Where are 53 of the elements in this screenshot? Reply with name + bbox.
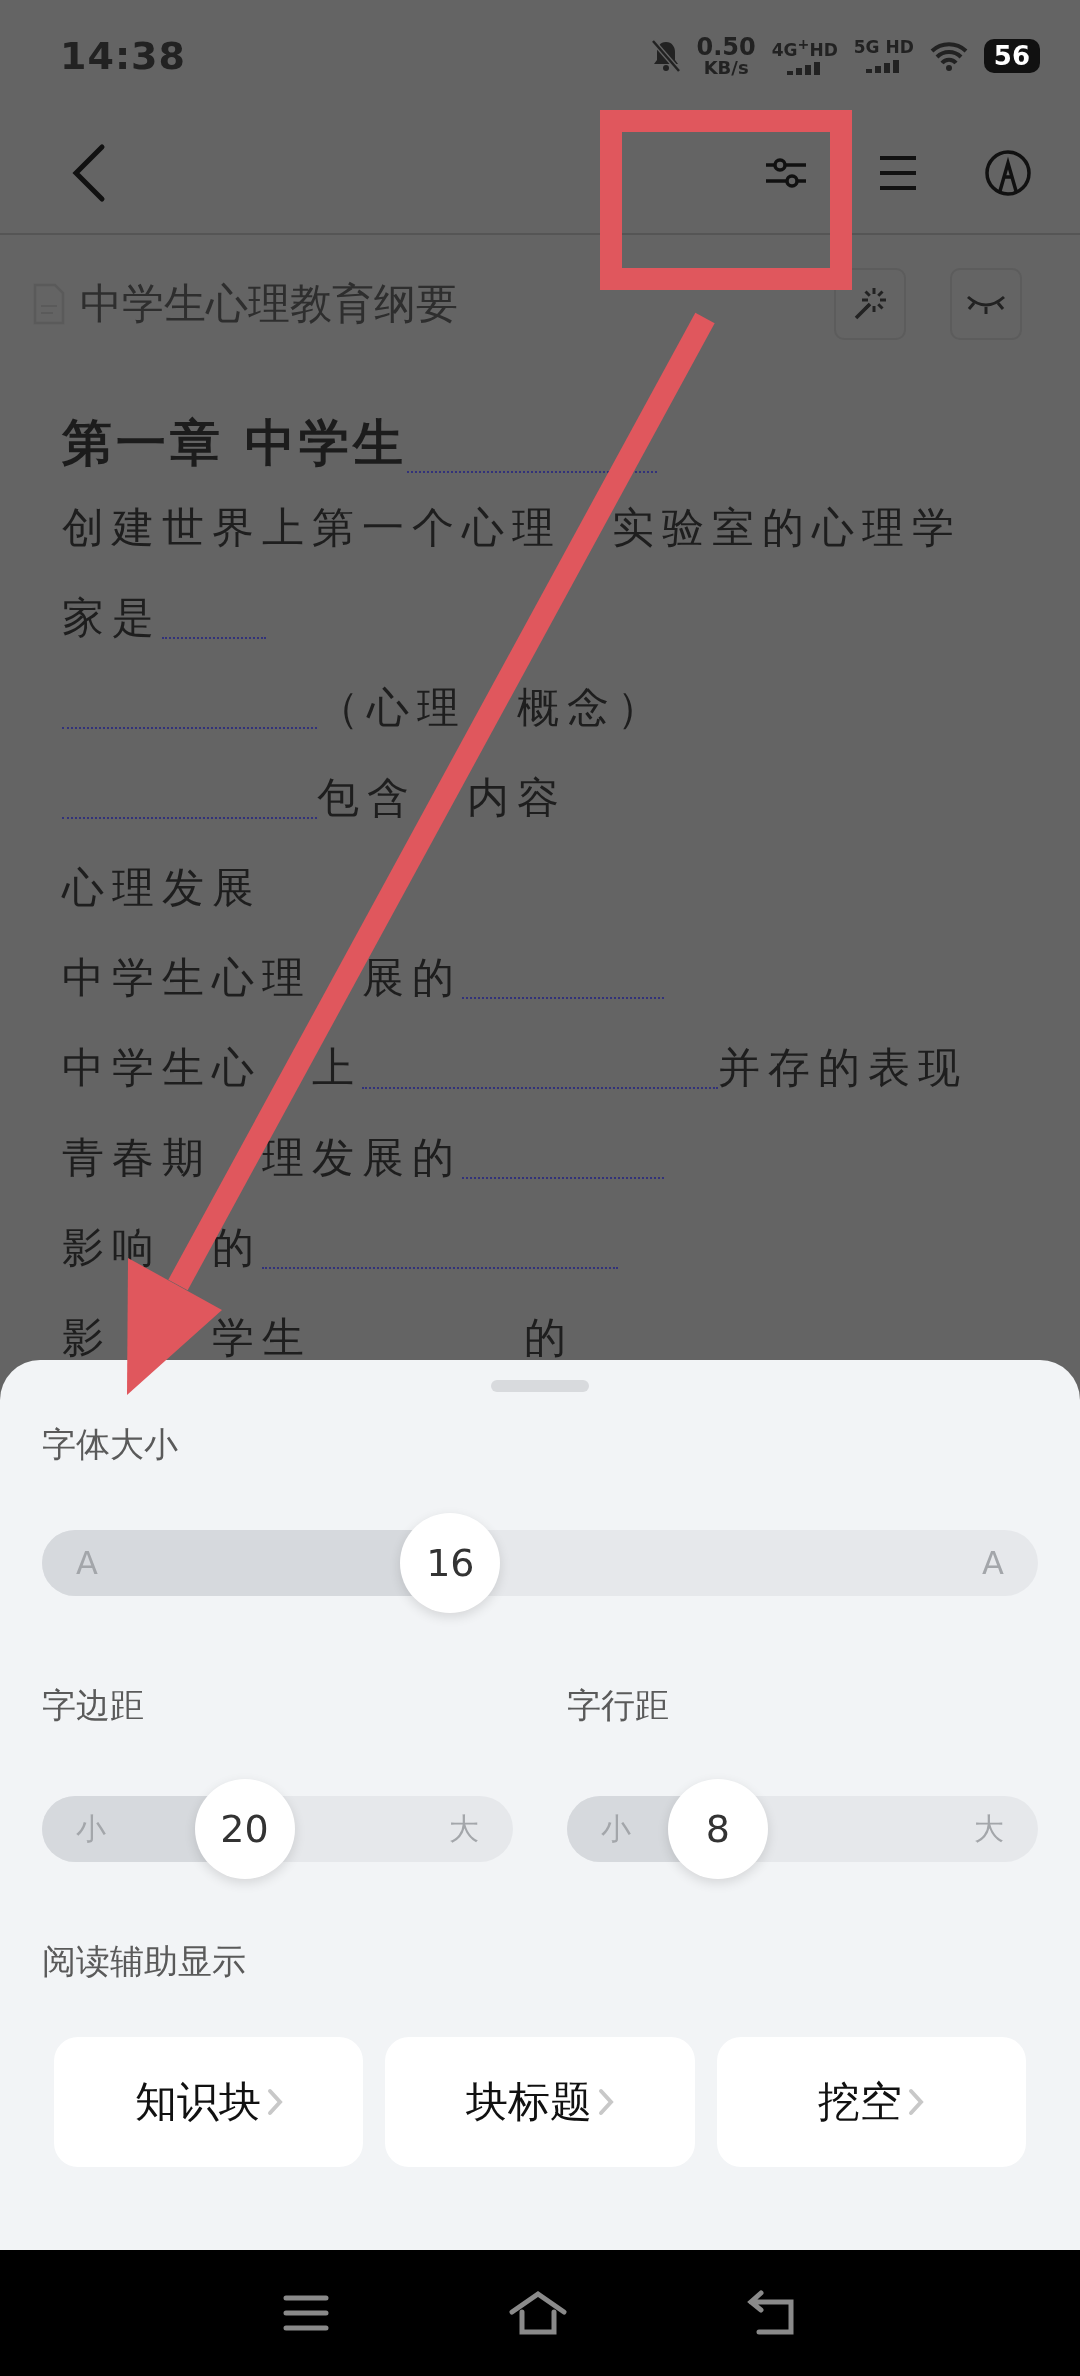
battery-level: 56	[983, 39, 1040, 73]
network-type: 5G HD	[853, 39, 914, 56]
max-label: 大	[974, 1809, 1004, 1848]
signal-icon	[786, 61, 823, 76]
text-line: 影	[62, 1312, 112, 1360]
text-line: 创建世界上第一个心理	[62, 502, 562, 553]
text-line: 的	[524, 1312, 574, 1360]
network-speed: 0.50	[696, 35, 756, 59]
option-button[interactable]: 块标题	[385, 2037, 695, 2167]
text-line: 内容	[467, 772, 567, 823]
back-icon[interactable]	[747, 2290, 797, 2336]
text-line: 学生	[212, 1312, 312, 1360]
closed-eye-button[interactable]	[950, 268, 1022, 340]
text-line: 中学生心理	[62, 952, 312, 1003]
slider-thumb[interactable]: 20	[194, 1779, 295, 1879]
text-line: 并存的表现	[718, 1042, 968, 1093]
network-type: 4G$^{+}$HD	[771, 36, 838, 59]
setting-label: 字边距	[42, 1684, 145, 1727]
setting-label: 阅读辅助显示	[42, 1941, 246, 1981]
option-button[interactable]: 知识块	[54, 2037, 364, 2167]
text-line: 理发展的	[262, 1132, 462, 1183]
option-button[interactable]: 挖空	[716, 2037, 1026, 2167]
chevron-right-icon	[908, 2088, 925, 2116]
wifi-icon	[929, 41, 968, 71]
text-line: 展的	[362, 952, 462, 1003]
text-line: 的	[212, 1222, 262, 1273]
chevron-right-icon	[266, 2088, 283, 2116]
text-line: 上	[312, 1042, 362, 1093]
text-line: 心理发展	[62, 862, 262, 913]
chevron-right-icon	[598, 2088, 614, 2116]
text-line: 概念）	[517, 682, 667, 733]
text-line: 中学生心	[62, 1042, 262, 1093]
text-line: 包含	[317, 772, 417, 823]
text-line: 青春期	[62, 1132, 212, 1183]
drag-handle[interactable]	[491, 1380, 589, 1392]
bell-off-icon	[650, 39, 681, 73]
chapter-heading: 第一章 中学生	[62, 413, 408, 474]
text-line: 家是	[62, 592, 162, 643]
signal-icon	[865, 59, 902, 73]
setting-label: 字行距	[567, 1684, 670, 1727]
max-label: 大	[449, 1809, 479, 1848]
slider-thumb[interactable]: 8	[667, 1779, 768, 1879]
text-line: （心理	[317, 682, 467, 733]
home-icon[interactable]	[509, 2290, 567, 2336]
text-line: 实验室的心理学	[612, 502, 962, 553]
magic-wand-button[interactable]	[834, 268, 906, 340]
text-line: 影响	[62, 1222, 162, 1273]
slider-thumb[interactable]: 16	[400, 1513, 501, 1613]
max-label: A	[982, 1544, 1004, 1582]
setting-label: 字体大小	[42, 1424, 178, 1464]
status-time: 14:38	[60, 34, 186, 78]
menu-icon[interactable]	[283, 2294, 329, 2332]
speed-unit: KB/s	[703, 59, 749, 77]
